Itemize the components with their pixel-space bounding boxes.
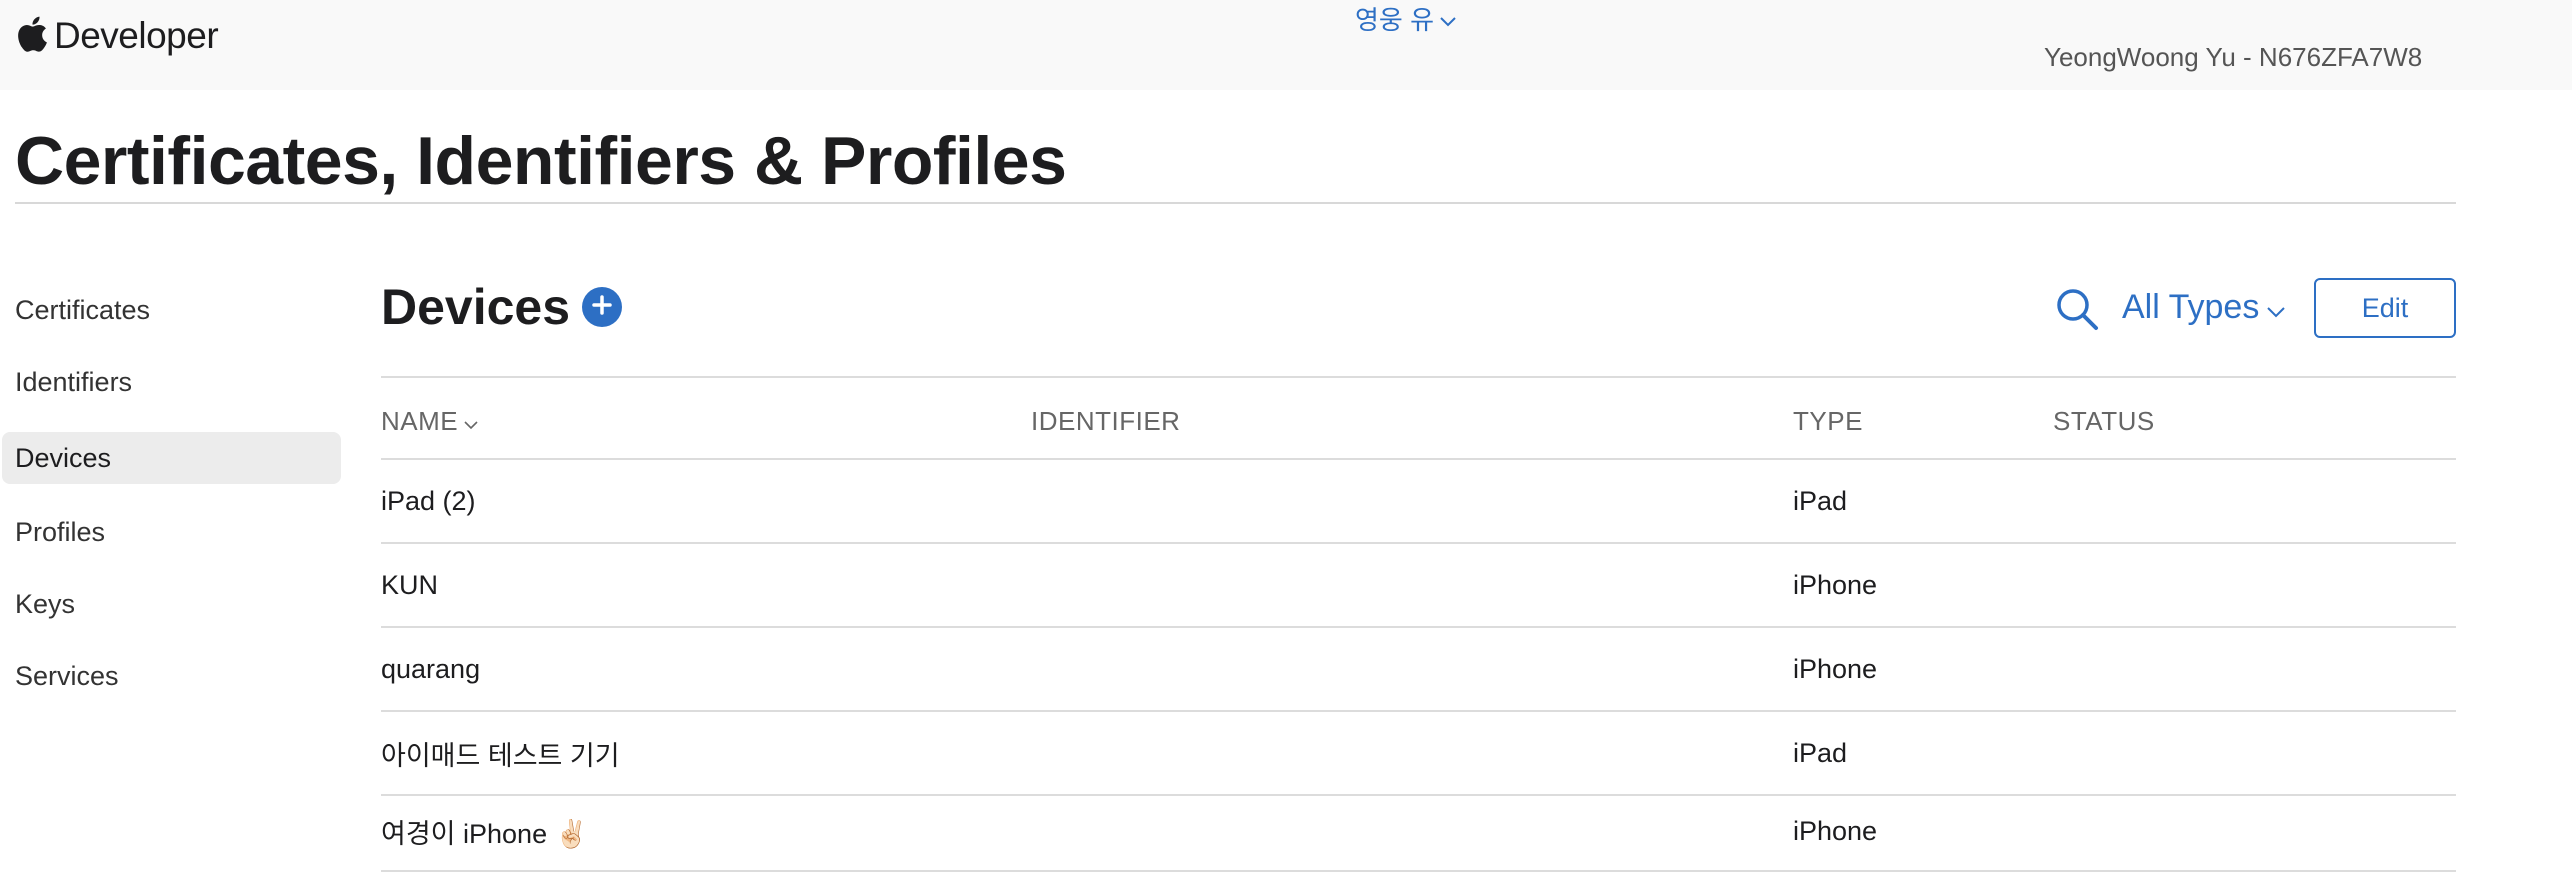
device-name[interactable]: 여경이 iPhone ✌🏻 bbox=[381, 790, 588, 872]
search-button[interactable] bbox=[2054, 286, 2100, 332]
sidebar-item-devices[interactable]: Devices bbox=[2, 432, 341, 484]
device-type: iPhone bbox=[1793, 569, 1878, 600]
sidebar-item-label: Certificates bbox=[15, 294, 151, 325]
section-header: Devices bbox=[381, 278, 623, 336]
table-row[interactable]: 아이매드 테스트 기기 iPad bbox=[381, 712, 2456, 794]
edit-button[interactable]: Edit bbox=[2314, 278, 2456, 338]
device-type: iPhone bbox=[1793, 653, 1878, 684]
global-header: Developer 영웅 유 YeongWoong Yu - N676ZFA7W… bbox=[0, 0, 2572, 90]
device-type: iPad bbox=[1793, 737, 1848, 768]
sidebar-item-certificates[interactable]: Certificates bbox=[2, 284, 341, 336]
plus-icon bbox=[591, 294, 613, 321]
chevron-down-icon bbox=[464, 406, 478, 437]
table-row[interactable]: quarang iPhone bbox=[381, 628, 2456, 710]
column-header-name[interactable]: NAME bbox=[381, 406, 478, 437]
column-header-status: STATUS bbox=[2053, 406, 2155, 437]
divider bbox=[15, 202, 2456, 204]
table-row[interactable]: iPad (2) iPad bbox=[381, 460, 2456, 542]
table-row[interactable]: 여경이 iPhone ✌🏻 iPhone bbox=[381, 790, 2456, 872]
sidebar-item-label: Services bbox=[15, 660, 119, 691]
column-header-identifier: IDENTIFIER bbox=[1031, 406, 1180, 437]
device-name[interactable]: KUN bbox=[381, 544, 438, 626]
team-name: YeongWoong Yu - N676ZFA7W8 bbox=[2044, 42, 2423, 72]
sidebar-item-identifiers[interactable]: Identifiers bbox=[2, 356, 341, 408]
device-name[interactable]: iPad (2) bbox=[381, 460, 476, 542]
divider bbox=[381, 376, 2456, 378]
search-icon bbox=[2054, 289, 2100, 336]
device-type: iPad bbox=[1793, 485, 1848, 516]
sidebar-item-label: Identifiers bbox=[15, 366, 133, 397]
sidebar-item-services[interactable]: Services bbox=[2, 650, 341, 702]
column-header-type: TYPE bbox=[1793, 406, 1863, 437]
sidebar-item-keys[interactable]: Keys bbox=[2, 578, 341, 630]
chevron-down-icon bbox=[1440, 3, 1456, 34]
column-header-label: TYPE bbox=[1793, 406, 1863, 436]
account-name-label: 영웅 유 bbox=[1355, 5, 1434, 35]
sidebar-item-label: Profiles bbox=[15, 516, 106, 547]
developer-home-link[interactable]: Developer bbox=[16, 14, 219, 58]
brand-name: Developer bbox=[54, 15, 219, 56]
column-header-label: NAME bbox=[381, 406, 459, 436]
device-type: iPhone bbox=[1793, 815, 1878, 846]
apple-logo-icon bbox=[16, 15, 48, 58]
page-title: Certificates, Identifiers & Profiles bbox=[15, 123, 1067, 199]
column-header-label: STATUS bbox=[2053, 406, 2155, 436]
column-header-label: IDENTIFIER bbox=[1031, 406, 1181, 436]
chevron-down-icon bbox=[2267, 288, 2286, 327]
device-name[interactable]: 아이매드 테스트 기기 bbox=[381, 712, 620, 794]
sidebar-item-profiles[interactable]: Profiles bbox=[2, 506, 341, 558]
device-name[interactable]: quarang bbox=[381, 628, 480, 710]
section-title: Devices bbox=[381, 279, 571, 335]
sidebar-item-label: Devices bbox=[15, 442, 112, 473]
add-device-button[interactable] bbox=[582, 287, 623, 327]
sidebar-item-label: Keys bbox=[15, 588, 76, 619]
type-filter-dropdown[interactable]: All Types bbox=[2122, 288, 2286, 327]
filter-label: All Types bbox=[2122, 288, 2260, 326]
account-menu[interactable]: 영웅 유 bbox=[1355, 0, 1456, 37]
table-row[interactable]: KUN iPhone bbox=[381, 544, 2456, 626]
